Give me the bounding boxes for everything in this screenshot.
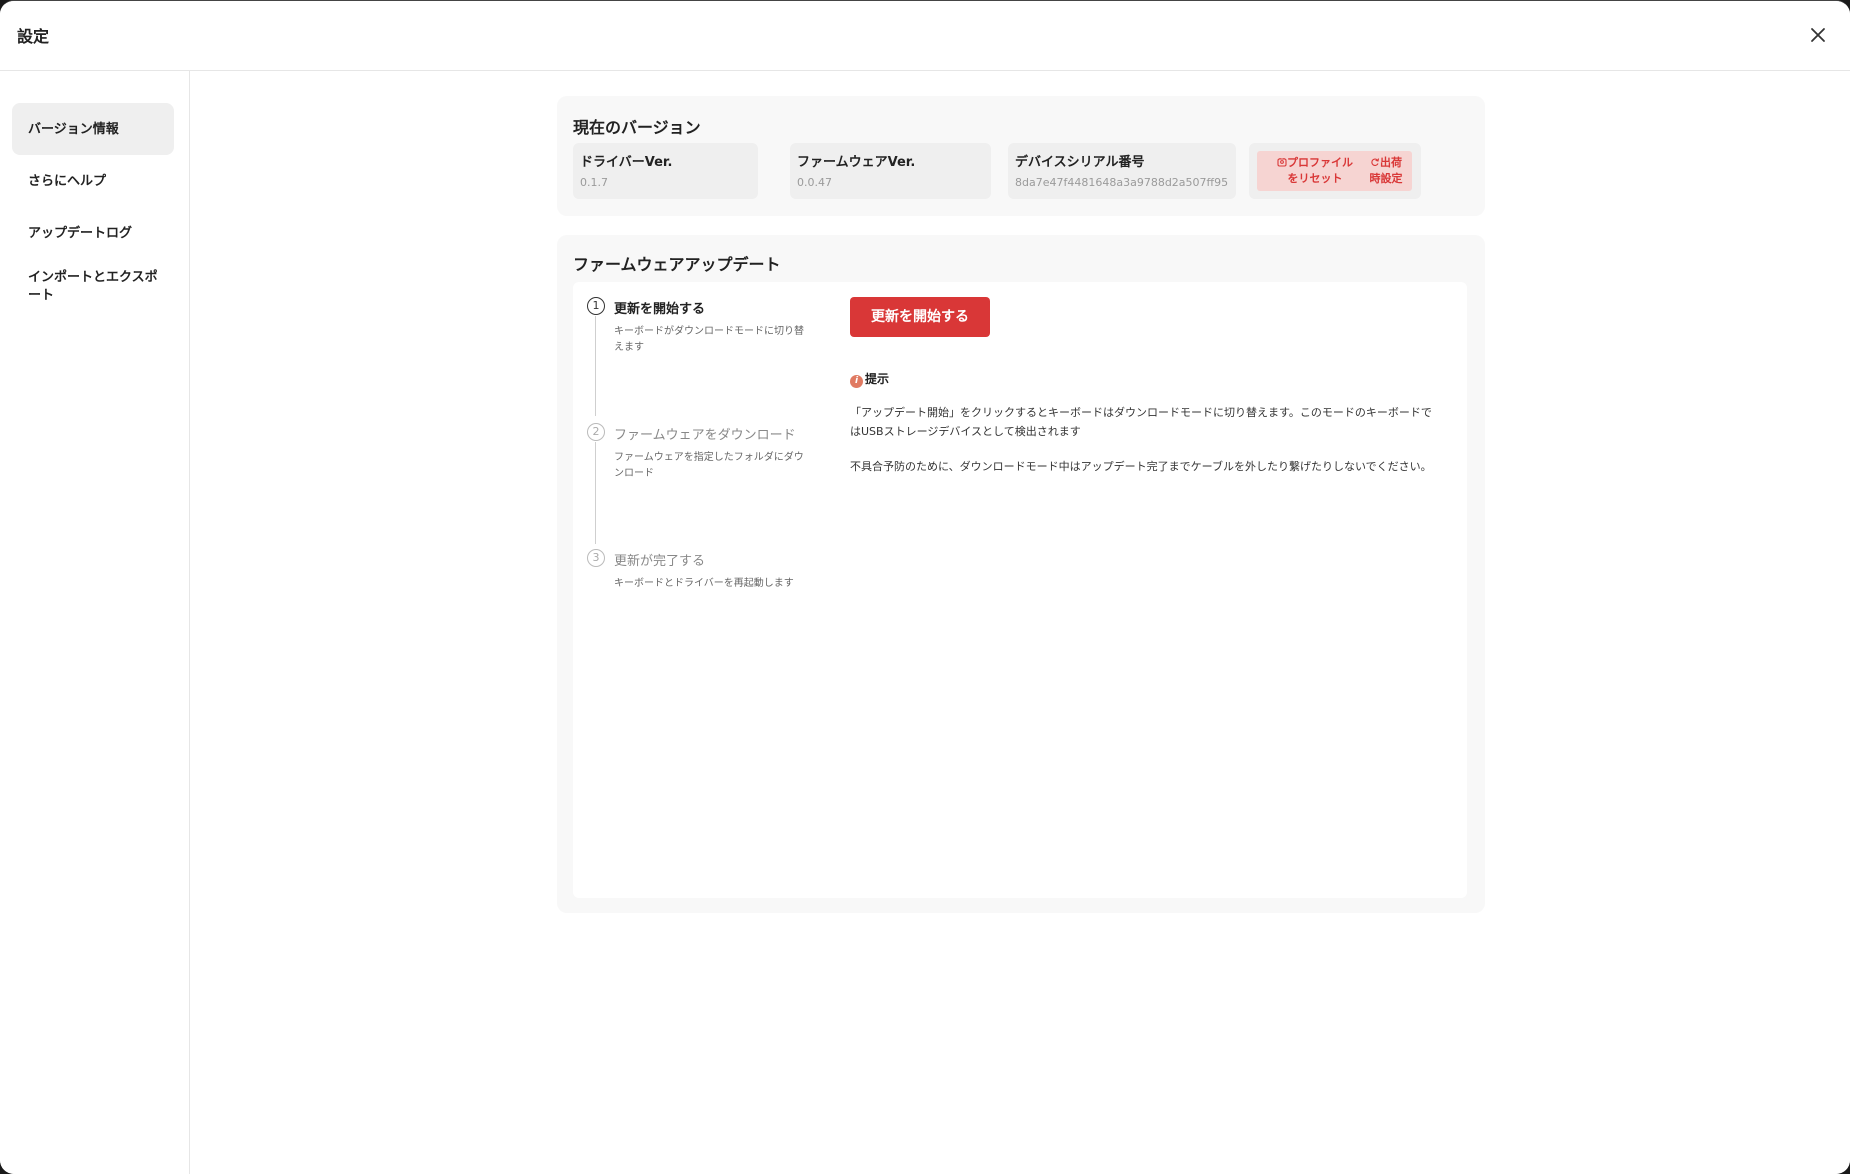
step-2-description: ファームウェアを指定したフォルダにダウンロード	[614, 452, 804, 479]
reset-profile-button[interactable]: プロファイル をリセット	[1267, 155, 1363, 187]
step-1-description: キーボードがダウンロードモードに切り替えます	[614, 326, 804, 353]
settings-window: 設定 バージョン情報 さらにヘルプ アップデートログ インポートとエクスポート …	[0, 0, 1850, 1174]
driver-version-label: ドライバーVer.	[580, 155, 673, 170]
driver-version-value: 0.1.7	[580, 176, 608, 189]
reset-profile-label-2: をリセット	[1287, 172, 1343, 185]
step-3-description: キーボードとドライバーを再起動します	[614, 578, 794, 589]
factory-reset-button[interactable]: 出荷 時設定	[1365, 155, 1407, 187]
close-button[interactable]	[1802, 19, 1834, 51]
profile-icon	[1277, 158, 1287, 167]
start-update-button[interactable]: 更新を開始する	[850, 297, 990, 337]
reset-button-group: プロファイル をリセット 出荷 時設定	[1257, 151, 1412, 191]
window-title: 設定	[17, 27, 50, 46]
sidebar-item-update-log[interactable]: アップデートログ	[12, 207, 174, 259]
step-1-indicator: 1	[587, 297, 605, 315]
factory-reset-label-2: 時設定	[1369, 172, 1403, 185]
serial-number-value: 8da7e47f4481648a3a9788d2a507ff95	[1015, 176, 1229, 189]
reset-actions: プロファイル をリセット 出荷 時設定	[1249, 143, 1421, 199]
factory-reset-label-1: 出荷	[1380, 156, 1402, 169]
sidebar-item-version-info[interactable]: バージョン情報	[12, 103, 174, 155]
header: 設定	[0, 1, 1850, 71]
tip-heading: i 提示	[850, 370, 889, 388]
step-connector	[595, 316, 596, 416]
close-icon	[1811, 28, 1825, 42]
firmware-update-card: ファームウェアアップデート 1 更新を開始する キーボードがダウンロードモードに…	[557, 235, 1485, 913]
firmware-version-label: ファームウェアVer.	[797, 155, 916, 170]
tip-text-1: 「アップデート開始」をクリックするとキーボードはダウンロードモードに切り替えます…	[850, 406, 1432, 438]
tip-text-2: 不具合予防のために、ダウンロードモード中はアップデート完了までケーブルを外したり…	[850, 460, 1432, 473]
current-version-title: 現在のバージョン	[573, 118, 701, 137]
step-1-title: 更新を開始する	[614, 302, 706, 317]
step-2-title: ファームウェアをダウンロード	[614, 428, 796, 443]
sidebar-item-label: さらにヘルプ	[28, 174, 107, 189]
main-content: 現在のバージョン ドライバーVer. 0.1.7 ファームウェアVer. 0.0…	[191, 72, 1850, 1174]
sidebar-item-label: インポートとエクスポート	[28, 270, 158, 303]
step-3-title: 更新が完了する	[614, 554, 706, 569]
refresh-icon	[1371, 158, 1380, 166]
sidebar: バージョン情報 さらにヘルプ アップデートログ インポートとエクスポート	[0, 71, 190, 1174]
reset-profile-label-1: プロファイル	[1287, 156, 1353, 169]
sidebar-item-more-help[interactable]: さらにヘルプ	[12, 155, 174, 207]
update-panel: 1 更新を開始する キーボードがダウンロードモードに切り替えます 2 ファームウ…	[573, 282, 1467, 898]
sidebar-item-import-export[interactable]: インポートとエクスポート	[12, 259, 174, 319]
sidebar-item-label: アップデートログ	[28, 226, 133, 241]
serial-number-label: デバイスシリアル番号	[1015, 155, 1145, 170]
serial-number-box: デバイスシリアル番号 8da7e47f4481648a3a9788d2a507f…	[1008, 143, 1236, 199]
driver-version-box: ドライバーVer. 0.1.7	[573, 143, 758, 199]
firmware-update-title: ファームウェアアップデート	[573, 255, 781, 274]
step-2-indicator: 2	[587, 423, 605, 441]
sidebar-item-label: バージョン情報	[28, 122, 119, 137]
info-icon: i	[850, 375, 863, 388]
firmware-version-value: 0.0.47	[797, 176, 832, 189]
tip-title: 提示	[865, 372, 890, 386]
current-version-card: 現在のバージョン ドライバーVer. 0.1.7 ファームウェアVer. 0.0…	[557, 96, 1485, 216]
step-connector	[595, 442, 596, 544]
firmware-version-box: ファームウェアVer. 0.0.47	[790, 143, 991, 199]
step-3-indicator: 3	[587, 549, 605, 567]
